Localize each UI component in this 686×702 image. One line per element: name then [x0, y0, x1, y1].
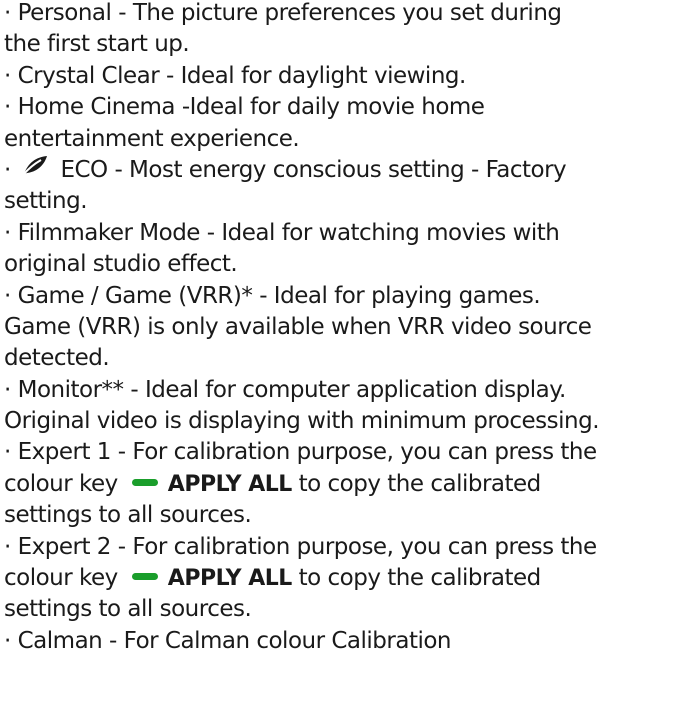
text-line: · Game / Game (VRR)* - Ideal for playing…	[4, 282, 541, 309]
apply-all-label: APPLY ALL	[167, 566, 293, 592]
colour-key-text: colour key	[4, 565, 118, 592]
text-line: · Home Cinema -Ideal for daily movie hom…	[4, 94, 485, 121]
text-line: · Crystal Clear - Ideal for daylight vie…	[4, 62, 466, 89]
green-key-icon	[131, 478, 158, 486]
eco-line: · ECO - Most energy conscious setting - …	[4, 155, 686, 186]
copy-text: to copy the calibrated	[298, 565, 542, 592]
text-line: Original video is displaying with minimu…	[4, 408, 600, 435]
text-line: · Filmmaker Mode - Ideal for watching mo…	[4, 219, 560, 246]
picture-style-list: · Personal - The picture preferences you…	[0, 0, 686, 657]
text-line: · Monitor** - Ideal for computer applica…	[4, 376, 566, 403]
text-line: · Expert 2 - For calibration purpose, yo…	[4, 533, 597, 560]
bullet: ·	[4, 156, 11, 183]
apply-all-line: colour key APPLY ALL to copy the calibrat…	[4, 563, 686, 594]
text-line: setting.	[4, 188, 88, 215]
text-line: · Calman - For Calman colour Calibration	[4, 627, 452, 654]
text-line: detected.	[4, 345, 110, 372]
text-line: entertainment experience.	[4, 125, 300, 152]
text-line: · Expert 1 - For calibration purpose, yo…	[4, 439, 597, 466]
copy-text: to copy the calibrated	[298, 470, 542, 497]
green-key-icon	[131, 573, 158, 581]
text-line: the first start up.	[4, 31, 190, 58]
text-line: settings to all sources.	[4, 502, 252, 529]
text-line: original studio effect.	[4, 251, 238, 278]
eco-leaf-icon	[21, 153, 48, 184]
apply-all-line: colour key APPLY ALL to copy the calibrat…	[4, 469, 686, 500]
colour-key-text: colour key	[4, 470, 118, 497]
text-line: · Personal - The picture preferences you…	[4, 0, 562, 26]
text-line: Game (VRR) is only available when VRR vi…	[4, 313, 592, 340]
eco-text: ECO - Most energy conscious setting - Fa…	[60, 156, 567, 183]
apply-all-label: APPLY ALL	[167, 471, 293, 497]
text-line: settings to all sources.	[4, 596, 252, 623]
